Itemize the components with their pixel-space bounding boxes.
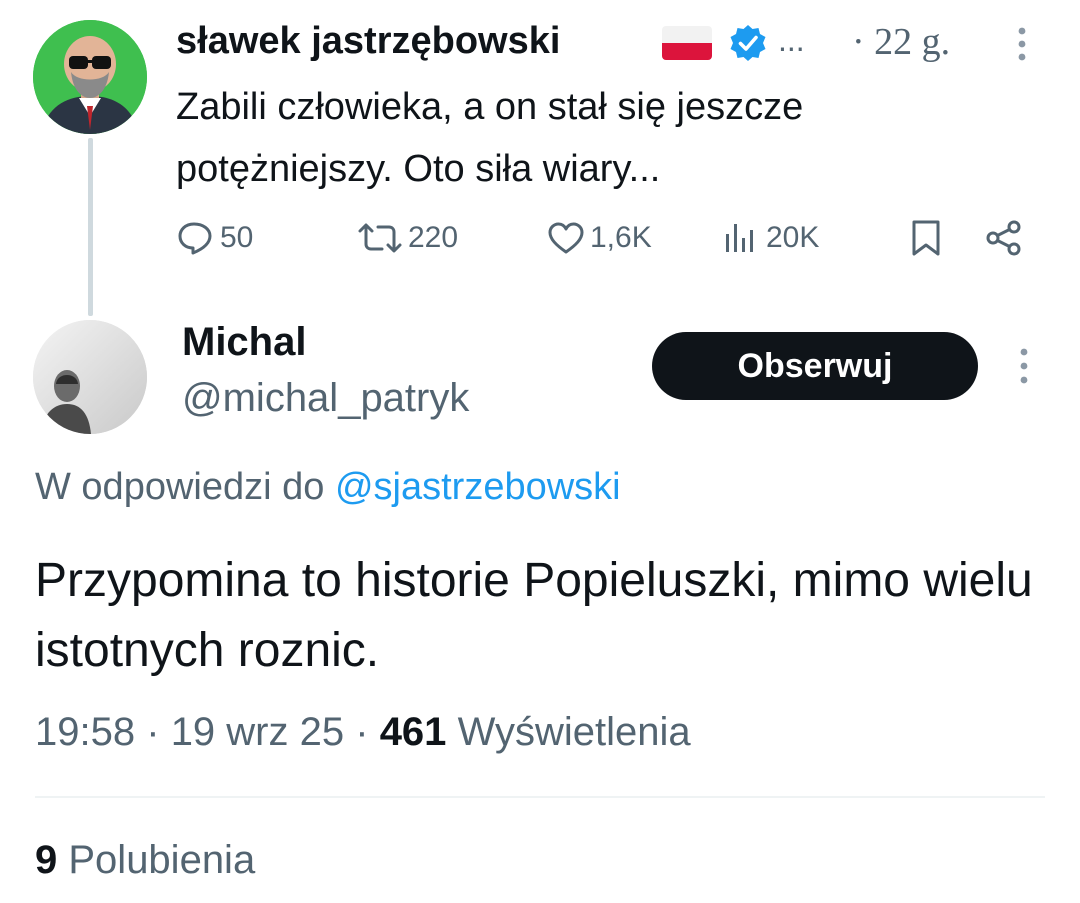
- parent-author-avatar[interactable]: [33, 20, 147, 134]
- reply-more-options-icon[interactable]: [1016, 346, 1032, 386]
- share-icon: [986, 220, 1021, 256]
- parent-tweet-text: Zabili człowieka, a on stał się jeszcze …: [176, 86, 804, 190]
- retweet-icon: [358, 223, 402, 253]
- reply-count: 50: [220, 221, 254, 254]
- in-reply-to-line: W odpowiedzi do @sjastrzebowski: [35, 466, 621, 509]
- retweet-count: 220: [408, 221, 459, 254]
- reply-author-avatar[interactable]: [33, 320, 147, 434]
- reply-metadata: 19:58 · 19 wrz 25 · 461 Wyświetlenia: [35, 710, 691, 755]
- reply-author-handle[interactable]: @michal_patryk: [182, 376, 469, 421]
- parent-timestamp[interactable]: · 22 g.: [852, 20, 950, 64]
- reply-views-label: Wyświetlenia: [457, 710, 691, 754]
- reply-views-count: 461: [379, 710, 447, 754]
- parent-more-options-icon[interactable]: [1012, 26, 1032, 62]
- bookmark-icon: [912, 220, 940, 256]
- heart-icon: [548, 222, 584, 254]
- like-button[interactable]: 1,6K: [546, 218, 652, 258]
- in-reply-to-mention-link[interactable]: @sjastrzebowski: [335, 466, 621, 508]
- reply-date[interactable]: 19 wrz 25: [171, 710, 344, 754]
- avatar-portrait-image: [33, 320, 147, 434]
- reply-time[interactable]: 19:58: [35, 710, 135, 754]
- meta-separator: ·: [355, 710, 369, 754]
- poland-flag-icon: [662, 26, 712, 60]
- bar-chart-icon: [726, 224, 753, 252]
- section-divider: [35, 796, 1045, 798]
- views-count: 20K: [766, 221, 820, 254]
- verified-badge-icon[interactable]: [728, 23, 768, 63]
- retweet-button[interactable]: 220: [356, 218, 458, 258]
- in-reply-to-prefix: W odpowiedzi do: [35, 466, 325, 508]
- parent-author-name[interactable]: sławek jastrzębowski: [176, 20, 560, 63]
- author-name-overflow: ...: [778, 22, 805, 58]
- likes-label: Polubienia: [68, 838, 256, 882]
- reply-button[interactable]: 50: [176, 218, 253, 258]
- reply-author-name[interactable]: Michal: [182, 320, 306, 365]
- bookmark-button[interactable]: [908, 218, 944, 258]
- thread-connector-line: [88, 138, 93, 316]
- reply-tweet-text: Przypomina to historie Popieluszki, mimo…: [35, 554, 1033, 677]
- meta-separator: ·: [146, 710, 160, 754]
- avatar-portrait-image: [33, 20, 147, 134]
- likes-count: 9: [35, 838, 58, 882]
- views-button[interactable]: 20K: [722, 218, 819, 258]
- speech-bubble-icon: [178, 222, 212, 255]
- share-button[interactable]: [984, 218, 1024, 258]
- likes-summary-link[interactable]: 9 Polubienia: [35, 838, 255, 883]
- like-count: 1,6K: [590, 221, 652, 254]
- follow-button[interactable]: Obserwuj: [652, 332, 978, 400]
